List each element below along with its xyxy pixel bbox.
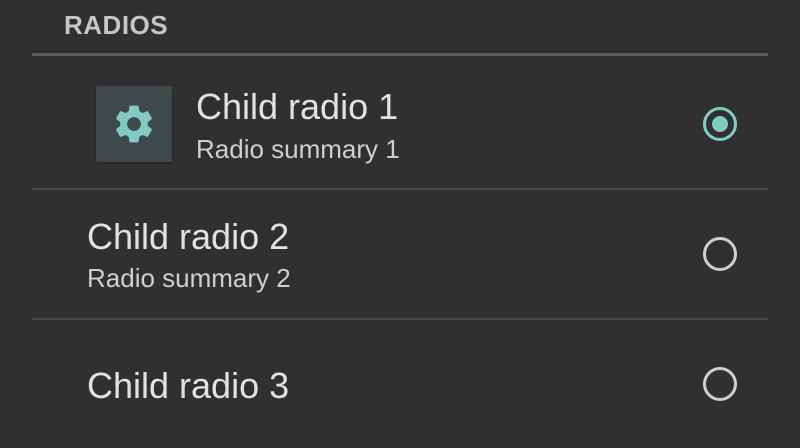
item-title: Child radio 2 xyxy=(87,216,290,257)
item-summary: Radio summary 1 xyxy=(196,134,400,164)
gear-icon xyxy=(116,105,152,143)
item-icon-container xyxy=(96,86,172,162)
radio-dot xyxy=(712,116,728,132)
radio-button-unchecked[interactable] xyxy=(703,367,737,401)
section-header-radios: RADIOS xyxy=(64,10,169,40)
item-summary: Radio summary 2 xyxy=(87,263,291,293)
radio-button-unchecked[interactable] xyxy=(703,237,737,271)
preferences-screen: RADIOS Child radio 1 Radio summary 1 Chi… xyxy=(0,0,800,448)
radio-button-checked[interactable] xyxy=(703,107,737,141)
section-divider xyxy=(32,53,768,56)
item-title: Child radio 3 xyxy=(87,365,290,406)
item-title: Child radio 1 xyxy=(196,86,399,127)
